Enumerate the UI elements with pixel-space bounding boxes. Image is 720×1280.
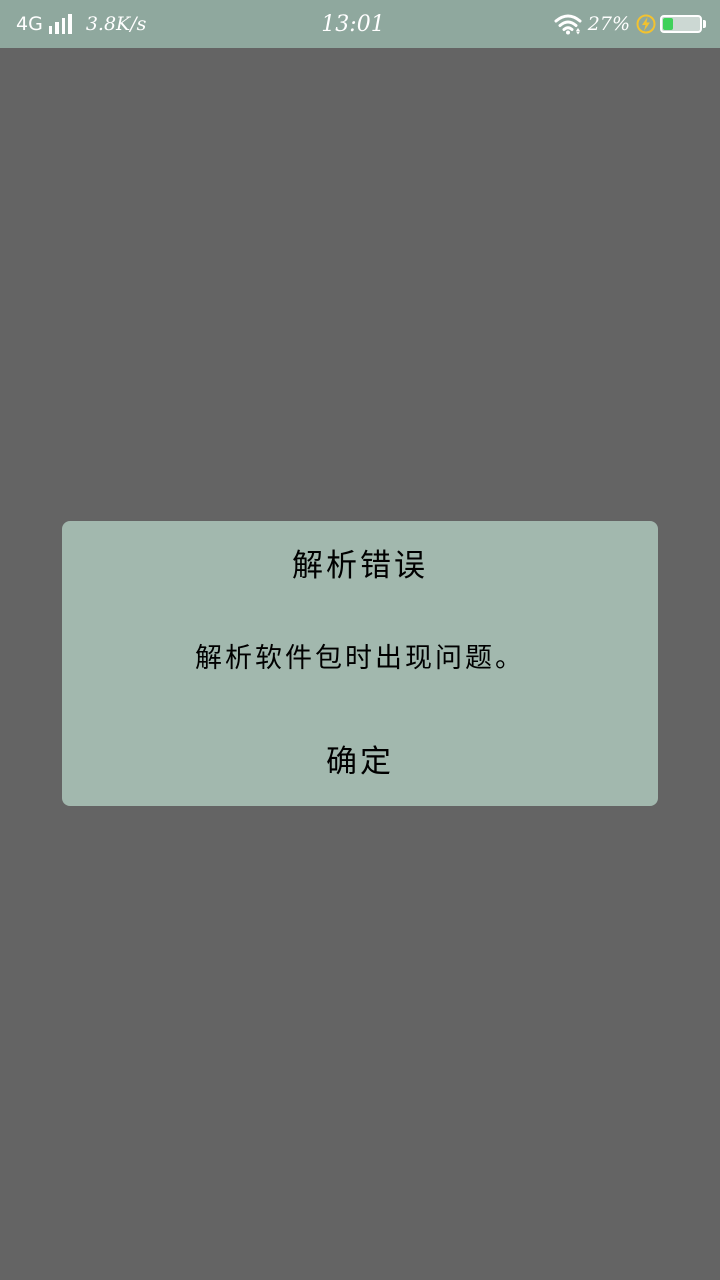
status-bar: 4G 3.8K/s 13:01 27% [0, 0, 720, 48]
signal-bar [68, 14, 72, 34]
signal-bar [61, 18, 66, 34]
dialog-message: 解析软件包时出现问题。 [195, 643, 525, 674]
network-speed: 3.8K/s [85, 13, 147, 35]
status-time: 13:01 [321, 11, 385, 37]
screen: 4G 3.8K/s 13:01 27% 解析错误 解析软件包时出现问题。 确定 [0, 0, 720, 1280]
status-bar-right: 27% [466, 13, 706, 35]
confirm-button[interactable]: 确定 [0, 736, 720, 781]
network-type: 4G [16, 13, 43, 35]
wifi-icon [554, 14, 582, 35]
signal-bar [55, 22, 59, 34]
battery-percent: 27% [587, 13, 630, 35]
battery-icon [660, 15, 702, 33]
charging-bolt-icon [636, 14, 656, 34]
status-bar-left: 4G 3.8K/s [16, 13, 256, 35]
battery-tip [703, 20, 706, 28]
signal-bars-icon [48, 14, 72, 34]
signal-bar [48, 26, 53, 34]
battery-fill [663, 18, 673, 30]
dialog-title: 解析错误 [292, 548, 428, 584]
